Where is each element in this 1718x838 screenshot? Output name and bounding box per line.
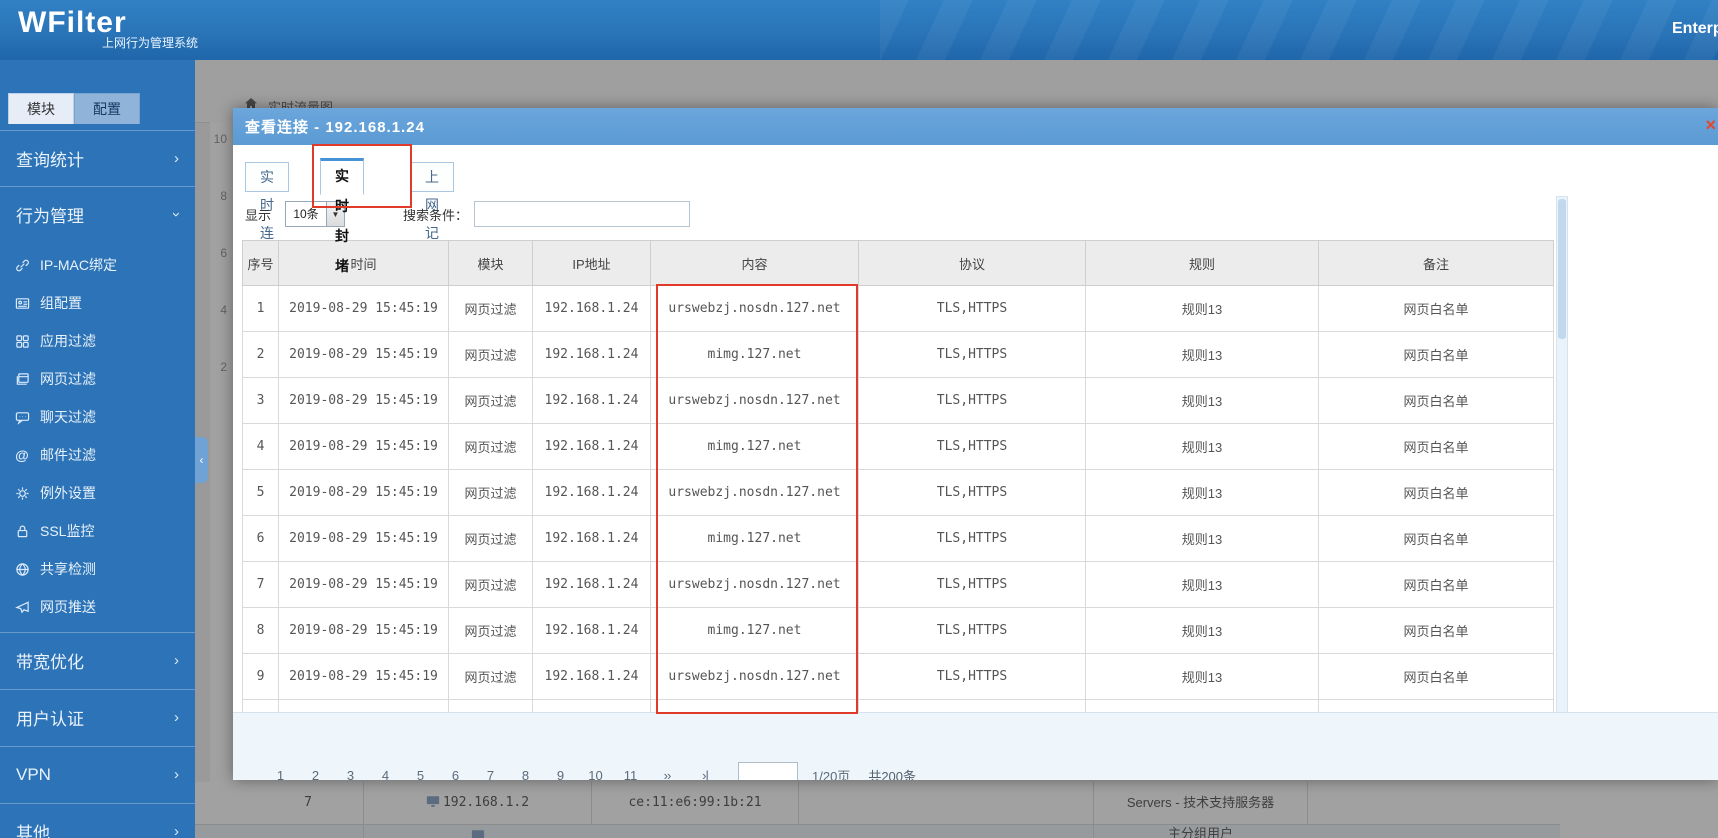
table-row: 6 2019-08-29 15:45:19 网页过滤 192.168.1.24 mimg…	[242, 515, 1554, 562]
total-count: 共200条	[868, 768, 917, 781]
col-header: 内容	[650, 240, 859, 286]
dialog-title: 查看连接 - 192.168.1.24	[245, 119, 425, 136]
sidebar-item-web-push[interactable]: 网页推送	[0, 588, 195, 626]
pager: 1 2 3 4 5 6 7 8 9 10 11 ›› ›| 1/20页 共200…	[263, 762, 916, 780]
chevron-right-icon: ›	[174, 709, 179, 726]
edition-label: Enterprise	[1672, 20, 1718, 37]
col-header: 规则	[1085, 240, 1319, 286]
show-label: 显示	[245, 207, 272, 223]
dialog-header: 查看连接 - 192.168.1.24 ×	[233, 108, 1718, 145]
scrollbar-thumb[interactable]	[1558, 199, 1566, 339]
chevron-down-icon: ›	[168, 212, 185, 217]
sidebar-section-behavior-mgmt[interactable]: 行为管理 ›	[0, 186, 195, 242]
chevron-right-icon: ›	[174, 150, 179, 167]
sidebar-item-chat-filter[interactable]: 聊天过滤	[0, 398, 195, 436]
sidebar-section-vpn[interactable]: VPN ›	[0, 746, 195, 802]
next-pages-icon[interactable]: ››	[648, 768, 686, 781]
gear-icon	[14, 485, 30, 501]
table-row: 4 2019-08-29 15:45:19 网页过滤 192.168.1.24 mimg…	[242, 423, 1554, 470]
sidebar-section-user-auth[interactable]: 用户认证 ›	[0, 689, 195, 745]
table-row: 5 2019-08-29 15:45:19 网页过滤 192.168.1.24 ursw…	[242, 469, 1554, 516]
sidebar-item-web-filter[interactable]: 网页过滤	[0, 360, 195, 398]
sidebar-tabs: 模块 配置	[0, 93, 195, 124]
tab-realtime-connections[interactable]: 实时连接	[245, 162, 289, 269]
sidebar-section-bandwidth[interactable]: 带宽优化 ›	[0, 632, 195, 688]
idcard-icon	[14, 295, 30, 311]
table-row: 3 2019-08-29 15:45:19 网页过滤 192.168.1.24 ursw…	[242, 377, 1554, 424]
sidebar-item-app-filter[interactable]: 应用过滤	[0, 322, 195, 360]
search-label: 搜索条件：	[403, 207, 469, 223]
blocking-table: 序号 时间 模块 IP地址 内容 协议 规则 备注 1 2019-08-29 15…	[242, 240, 1554, 746]
col-header: 协议	[858, 240, 1086, 286]
table-row: 1 2019-08-29 15:45:19 网页过滤 192.168.1.24 ursw…	[242, 285, 1554, 332]
page-button[interactable]: 5	[403, 768, 438, 781]
at-icon: @	[15, 447, 29, 463]
view-connections-dialog: 查看连接 - 192.168.1.24 × 实时连接 实时封堵 上网记录 显示 …	[233, 108, 1718, 780]
last-page-icon[interactable]: ›|	[686, 768, 724, 781]
page-button[interactable]: 6	[438, 768, 473, 781]
chevron-right-icon: ›	[174, 766, 179, 783]
close-icon[interactable]: ×	[1705, 116, 1716, 134]
col-header: 备注	[1318, 240, 1554, 286]
pages-icon	[14, 371, 30, 387]
app-tagline: 上网行为管理系统	[102, 36, 199, 50]
page-button[interactable]: 11	[613, 768, 648, 781]
page-button[interactable]: 1	[263, 768, 298, 781]
page-button[interactable]: 2	[298, 768, 333, 781]
tab-web-history[interactable]: 上网记录	[410, 162, 454, 269]
sidebar-item-mail-filter[interactable]: @ 邮件过滤	[0, 436, 195, 474]
page-button[interactable]: 8	[508, 768, 543, 781]
page-button[interactable]: 9	[543, 768, 578, 781]
table-header-row: 序号 时间 模块 IP地址 内容 协议 规则 备注	[242, 240, 1554, 286]
goto-page-input[interactable]	[738, 762, 798, 780]
col-header: IP地址	[532, 240, 651, 286]
col-header: 模块	[448, 240, 533, 286]
table-row: 8 2019-08-29 15:45:19 网页过滤 192.168.1.24 mimg…	[242, 607, 1554, 654]
page-indicator: 1/20页	[812, 768, 851, 781]
sidebar-section-other[interactable]: 其他 ›	[0, 803, 195, 838]
sidebar-tab-config[interactable]: 配置	[74, 93, 140, 124]
annotation-box-active-tab	[312, 144, 412, 208]
sidebar-tab-modules[interactable]: 模块	[8, 93, 74, 124]
page-button[interactable]: 4	[368, 768, 403, 781]
sidebar: 模块 配置 查询统计 › 行为管理 › IP-MAC绑定 组配置 应用过滤 网页…	[0, 60, 195, 838]
lock-icon	[14, 523, 30, 539]
table-row: 7 2019-08-29 15:45:19 网页过滤 192.168.1.24 ursw…	[242, 561, 1554, 608]
sidebar-collapse-handle[interactable]: ‹	[195, 437, 208, 483]
sidebar-item-group-config[interactable]: 组配置	[0, 284, 195, 322]
sidebar-section-query-stats[interactable]: 查询统计 ›	[0, 130, 195, 186]
col-header: 时间	[278, 240, 449, 286]
sidebar-item-ip-mac-binding[interactable]: IP-MAC绑定	[0, 246, 195, 284]
pagination-bar: 1 2 3 4 5 6 7 8 9 10 11 ›› ›| 1/20页 共200…	[233, 712, 1718, 780]
table-row: 9 2019-08-29 15:45:19 网页过滤 192.168.1.24 ursw…	[242, 653, 1554, 700]
link-icon	[14, 257, 30, 273]
search-input[interactable]	[474, 201, 691, 227]
grid-icon	[14, 333, 30, 349]
table-row: 2 2019-08-29 15:45:19 网页过滤 192.168.1.24 mimg…	[242, 331, 1554, 378]
page-button[interactable]: 10	[578, 768, 613, 781]
screen: 实时流量图 10 8 6 4 2 7 192.168.1.2 ce:11:e6:…	[0, 0, 1718, 838]
vertical-scrollbar[interactable]	[1556, 196, 1568, 724]
send-icon	[14, 599, 30, 615]
sidebar-item-ssl-monitor[interactable]: SSL监控	[0, 512, 195, 550]
sidebar-item-exception-settings[interactable]: 例外设置	[0, 474, 195, 512]
keyboard-decoration	[880, 0, 1718, 60]
col-header: 序号	[242, 240, 279, 286]
sidebar-item-share-detection[interactable]: 共享检测	[0, 550, 195, 588]
chevron-right-icon: ›	[174, 652, 179, 669]
page-button[interactable]: 7	[473, 768, 508, 781]
page-button[interactable]: 3	[333, 768, 368, 781]
top-bar: WFilter 上网行为管理系统 Enterprise	[0, 0, 1718, 60]
chat-icon	[14, 409, 30, 425]
annotation-box-content-column	[656, 284, 858, 714]
globe-icon	[14, 561, 30, 577]
chevron-right-icon: ›	[174, 823, 179, 838]
